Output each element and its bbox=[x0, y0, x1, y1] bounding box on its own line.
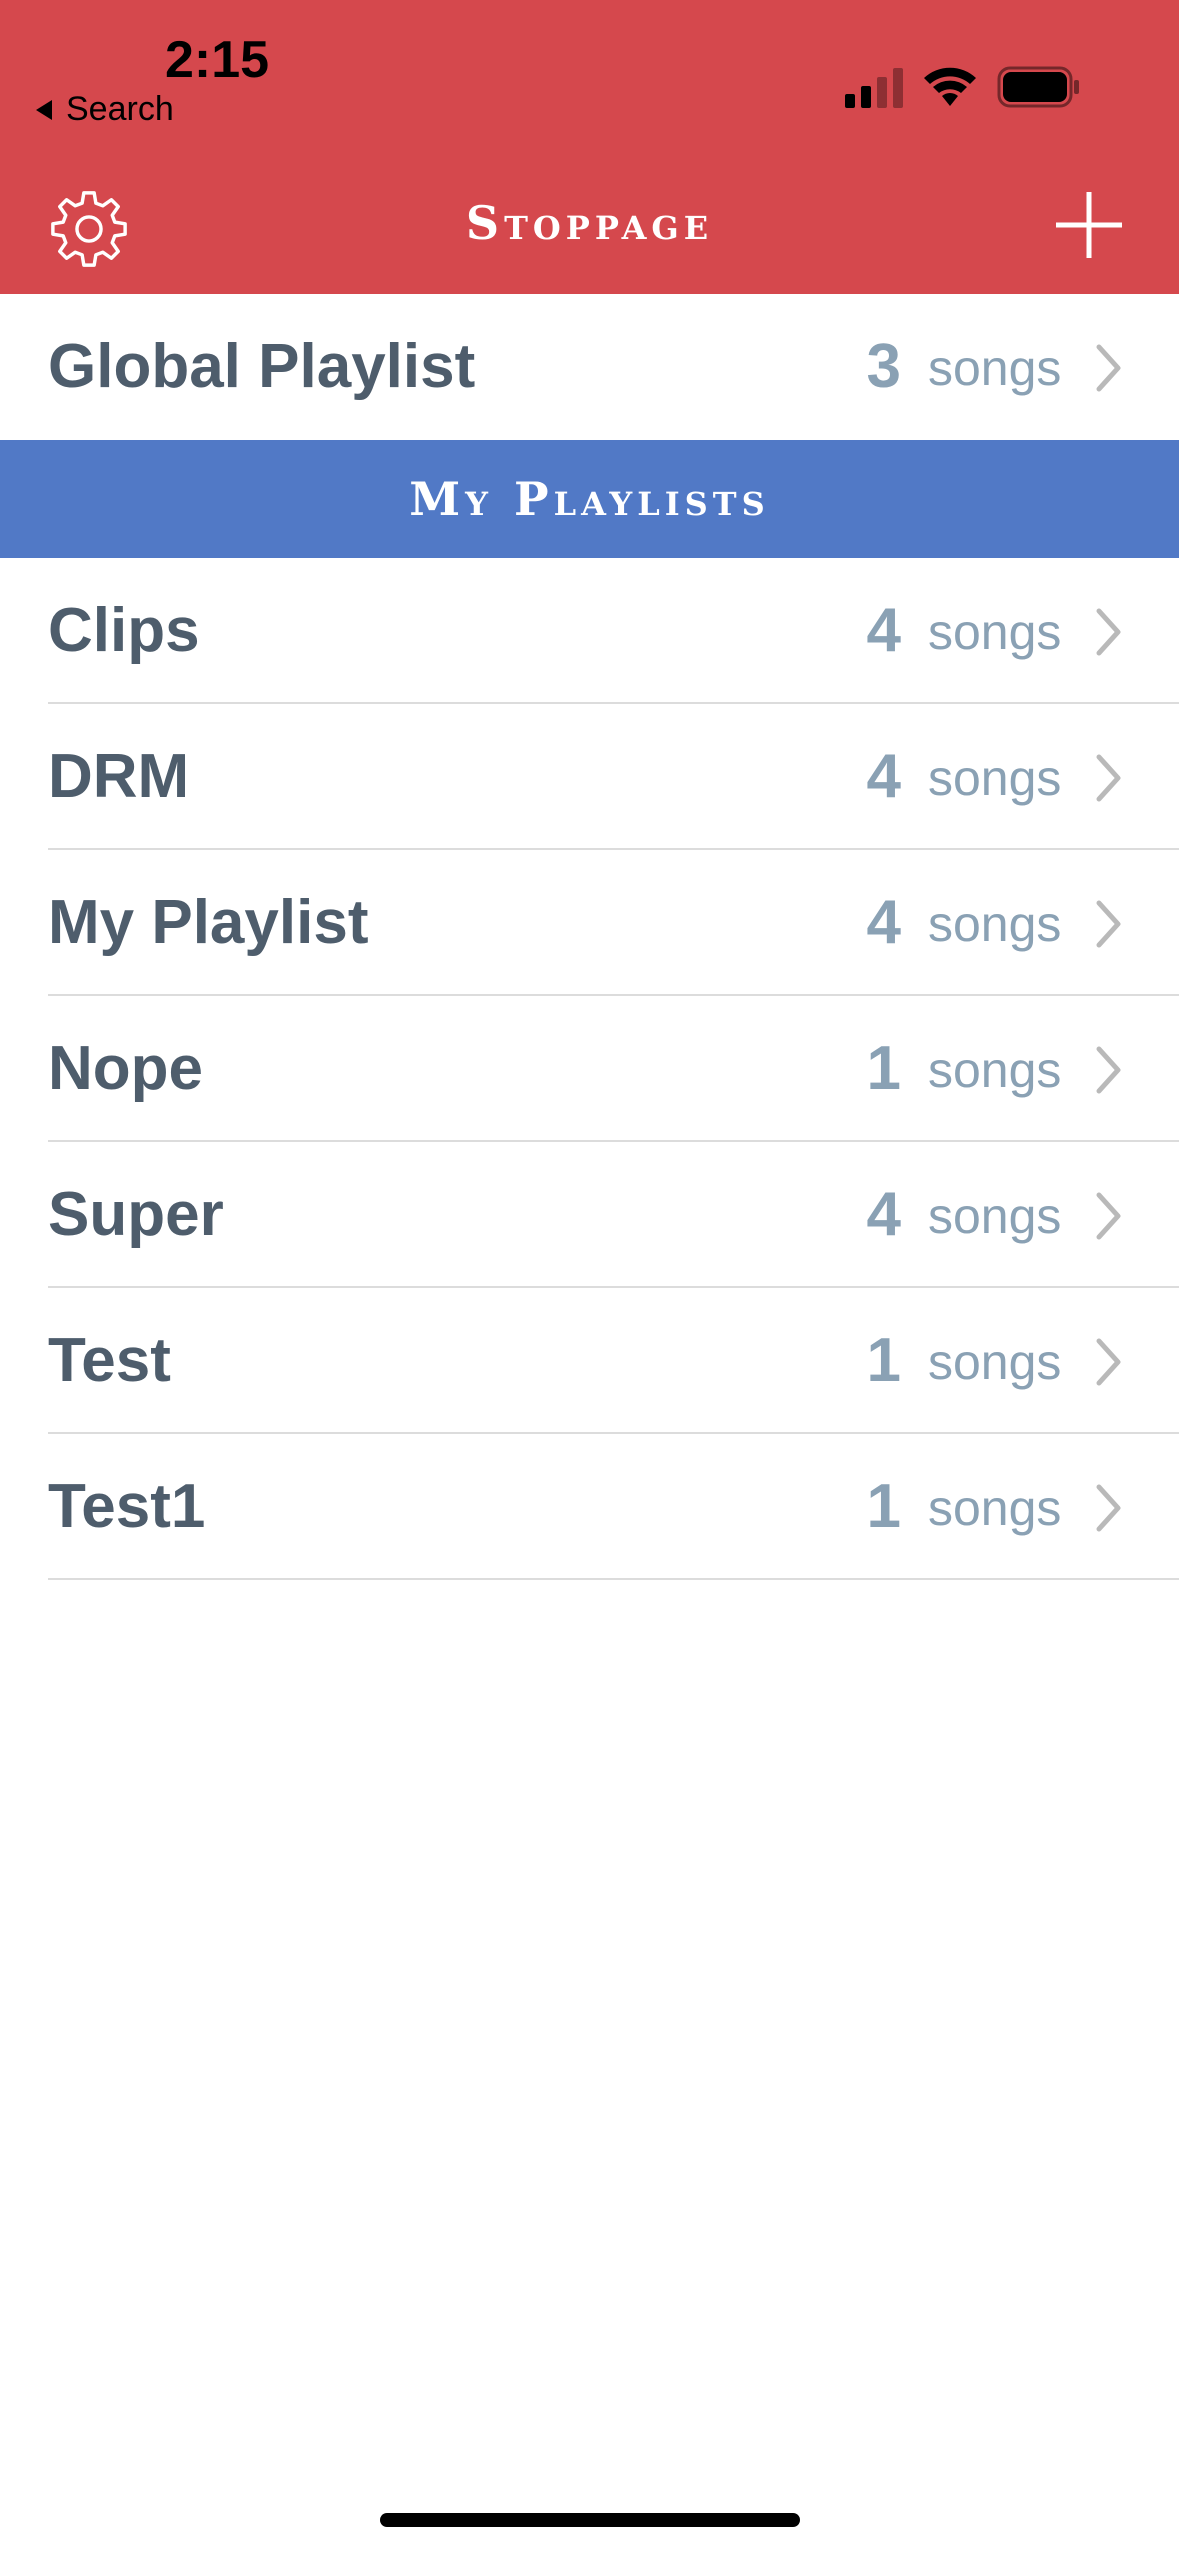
app-title: Stoppage bbox=[465, 196, 714, 250]
status-time: 2:15 bbox=[165, 31, 270, 89]
song-count: 3 bbox=[866, 332, 901, 401]
playlist-name: Test bbox=[48, 1326, 171, 1395]
playlist-name: Clips bbox=[48, 596, 200, 665]
playlist-name: Global Playlist bbox=[48, 332, 476, 401]
row-divider bbox=[48, 1578, 1179, 1580]
song-count: 1 bbox=[866, 1472, 901, 1541]
home-indicator[interactable] bbox=[380, 2513, 800, 2527]
song-count: 4 bbox=[866, 1180, 901, 1249]
chevron-right-icon bbox=[1096, 1338, 1121, 1386]
cellular-signal-icon bbox=[845, 68, 903, 108]
playlist-name: DRM bbox=[48, 742, 190, 811]
my-playlists-section-header: My Playlists bbox=[0, 440, 1179, 558]
song-count-unit: songs bbox=[928, 1480, 1062, 1536]
song-count: 1 bbox=[866, 1326, 901, 1395]
plus-icon[interactable] bbox=[1054, 190, 1124, 260]
song-count-unit: songs bbox=[928, 896, 1062, 952]
playlist-row-nope[interactable]: Nope 1 songs bbox=[0, 996, 1179, 1142]
song-count: 4 bbox=[866, 742, 901, 811]
global-playlist-row[interactable]: Global Playlist 3 songs bbox=[0, 294, 1179, 440]
song-count-unit: songs bbox=[928, 604, 1062, 660]
playlist-name: My Playlist bbox=[48, 888, 369, 957]
playlist-name: Nope bbox=[48, 1034, 203, 1103]
song-count-unit: songs bbox=[928, 1042, 1062, 1098]
song-count: 4 bbox=[866, 888, 901, 957]
battery-icon bbox=[997, 66, 1079, 108]
back-to-search-button[interactable]: Search bbox=[36, 90, 174, 129]
playlist-row-my-playlist[interactable]: My Playlist 4 songs bbox=[0, 850, 1179, 996]
playlist-row-drm[interactable]: DRM 4 songs bbox=[0, 704, 1179, 850]
section-title: My Playlists bbox=[409, 472, 770, 526]
song-count: 4 bbox=[866, 596, 901, 665]
playlist-row-test1[interactable]: Test1 1 songs bbox=[0, 1434, 1179, 1580]
back-label: Search bbox=[66, 90, 174, 128]
chevron-right-icon bbox=[1096, 754, 1121, 802]
screen: 2:15 Search Stoppage Global Playlist 3 s… bbox=[0, 0, 1179, 2556]
chevron-right-icon bbox=[1096, 344, 1121, 392]
chevron-right-icon bbox=[1096, 900, 1121, 948]
song-count: 1 bbox=[866, 1034, 901, 1103]
back-triangle-icon bbox=[36, 99, 52, 120]
playlist-name: Test1 bbox=[48, 1472, 206, 1541]
chevron-right-icon bbox=[1096, 608, 1121, 656]
song-count-unit: songs bbox=[928, 1188, 1062, 1244]
song-count-unit: songs bbox=[928, 1334, 1062, 1390]
wifi-icon bbox=[924, 67, 976, 106]
chevron-right-icon bbox=[1096, 1484, 1121, 1532]
song-count-unit: songs bbox=[928, 340, 1062, 396]
chevron-right-icon bbox=[1096, 1046, 1121, 1094]
playlist-row-test[interactable]: Test 1 songs bbox=[0, 1288, 1179, 1434]
playlist-row-super[interactable]: Super 4 songs bbox=[0, 1142, 1179, 1288]
song-count-unit: songs bbox=[928, 750, 1062, 806]
playlist-row-clips[interactable]: Clips 4 songs bbox=[0, 558, 1179, 704]
chevron-right-icon bbox=[1096, 1192, 1121, 1240]
navigation-header: 2:15 Search Stoppage bbox=[0, 0, 1179, 294]
playlist-name: Super bbox=[48, 1180, 224, 1249]
